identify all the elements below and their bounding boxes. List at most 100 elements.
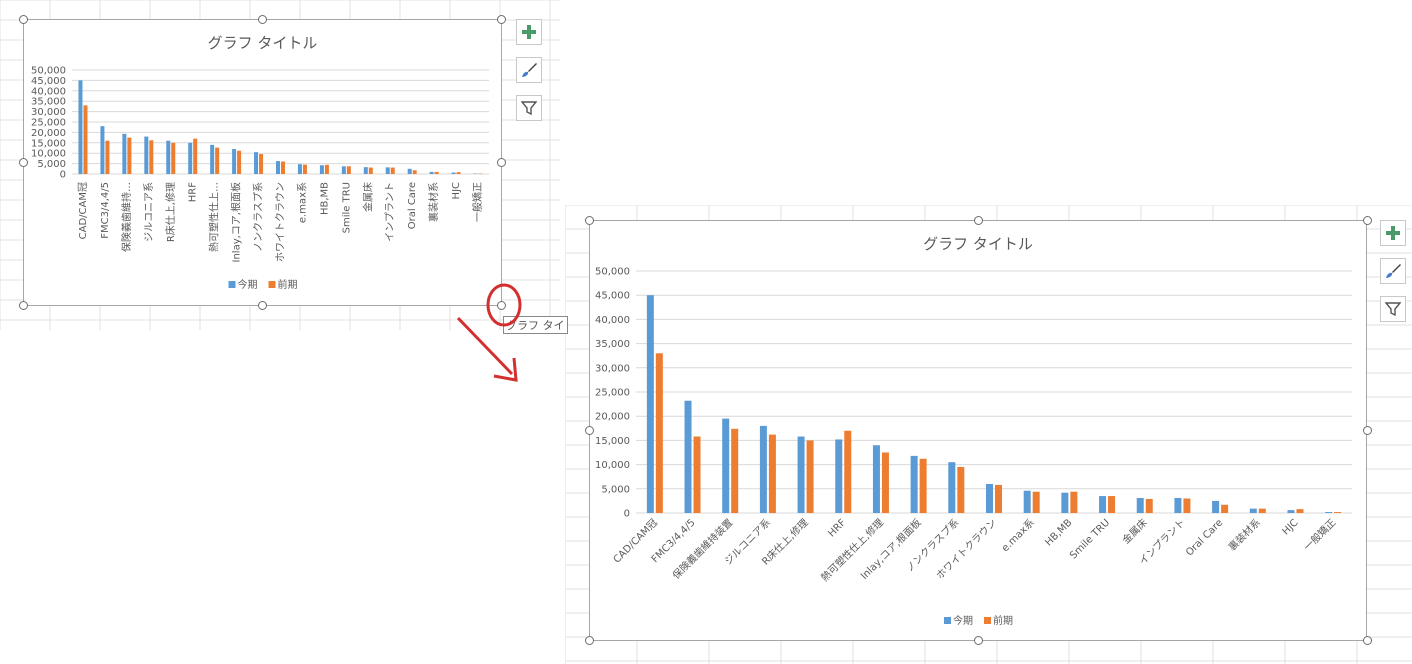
bar-current[interactable] — [1061, 492, 1069, 513]
resize-handle-br-2[interactable] — [1363, 636, 1372, 645]
bar-current[interactable] — [1325, 512, 1333, 513]
bar-previous[interactable] — [237, 150, 242, 174]
bar-previous[interactable] — [105, 140, 110, 174]
bar-current[interactable] — [1212, 500, 1220, 513]
resize-handle-bc[interactable] — [258, 301, 267, 310]
bar-previous[interactable] — [412, 170, 417, 174]
bar-current[interactable] — [78, 80, 83, 174]
bar-previous[interactable] — [806, 440, 814, 513]
bar-current[interactable] — [684, 400, 692, 513]
resize-handle-tl[interactable] — [19, 15, 28, 24]
bar-current[interactable] — [1136, 497, 1144, 513]
bar-previous[interactable] — [995, 484, 1002, 513]
bar-previous[interactable] — [957, 467, 965, 513]
bar-current[interactable] — [948, 462, 956, 513]
chart-elements-button[interactable] — [516, 19, 542, 45]
bar-previous[interactable] — [731, 428, 739, 513]
bar-current[interactable] — [232, 149, 237, 174]
bar-current[interactable] — [835, 439, 843, 513]
resize-handle-bl[interactable] — [19, 301, 28, 310]
resize-handle-tl-2[interactable] — [585, 216, 594, 225]
resize-handle-ml-2[interactable] — [585, 426, 594, 435]
bar-previous[interactable] — [215, 147, 220, 174]
resize-handle-tc-2[interactable] — [974, 216, 983, 225]
bar-previous[interactable] — [368, 167, 373, 174]
bar-current[interactable] — [1023, 490, 1031, 513]
bar-current[interactable] — [451, 172, 456, 174]
bar-previous[interactable] — [1070, 491, 1078, 513]
bar-previous[interactable] — [456, 172, 461, 174]
bar-previous[interactable] — [127, 137, 132, 174]
chart-styles-button-2[interactable] — [1380, 258, 1406, 284]
bar-previous[interactable] — [1108, 496, 1116, 513]
resize-handle-tr-2[interactable] — [1363, 216, 1372, 225]
resize-handle-ml[interactable] — [19, 158, 28, 167]
bar-current[interactable] — [144, 136, 149, 174]
category-label: Smile TRU — [1068, 517, 1112, 561]
bar-current[interactable] — [1174, 497, 1182, 513]
bar-previous[interactable] — [390, 167, 395, 174]
bar-current[interactable] — [363, 167, 368, 174]
bar-previous[interactable] — [881, 452, 889, 514]
chart-small[interactable]: グラフ タイトル 0 5,000 10,000 15,000 20,000 25,000 30… — [23, 19, 502, 306]
bar-current[interactable] — [646, 295, 654, 513]
bar-previous[interactable] — [259, 154, 264, 174]
chart-elements-button-2[interactable] — [1380, 220, 1406, 246]
bar-previous[interactable] — [1221, 504, 1229, 513]
bar-current[interactable] — [188, 142, 193, 174]
bar-current[interactable] — [385, 167, 390, 174]
bar-previous[interactable] — [434, 171, 439, 174]
bar-previous[interactable] — [324, 164, 329, 174]
bar-current[interactable] — [276, 161, 280, 174]
bar-current[interactable] — [872, 445, 880, 513]
bar-current[interactable] — [122, 133, 127, 174]
bar-current[interactable] — [407, 168, 412, 174]
bar-current[interactable] — [986, 483, 993, 513]
bar-previous[interactable] — [1258, 508, 1266, 513]
bar-current[interactable] — [341, 166, 346, 174]
bar-previous[interactable] — [171, 142, 176, 174]
bar-current[interactable] — [166, 140, 171, 174]
bar-previous[interactable] — [655, 353, 663, 513]
bar-current[interactable] — [1287, 510, 1295, 513]
bar-current[interactable] — [722, 418, 730, 513]
bar-previous[interactable] — [346, 166, 351, 174]
bar-previous[interactable] — [83, 105, 88, 174]
chart-filters-button-2[interactable] — [1380, 296, 1406, 322]
bar-previous[interactable] — [693, 436, 701, 513]
resize-handle-bl-2[interactable] — [585, 636, 594, 645]
bar-previous[interactable] — [1032, 491, 1040, 513]
chart-styles-button[interactable] — [516, 57, 542, 83]
bar-current[interactable] — [254, 152, 259, 174]
chart-filters-button[interactable] — [516, 95, 542, 121]
bar-previous[interactable] — [1296, 509, 1304, 513]
resize-handle-tr[interactable] — [497, 15, 506, 24]
bar-current[interactable] — [1099, 496, 1107, 513]
bar-previous[interactable] — [1183, 498, 1191, 513]
resize-handle-tc[interactable] — [258, 15, 267, 24]
resize-handle-mr[interactable] — [497, 158, 506, 167]
bar-current[interactable] — [1249, 508, 1257, 513]
bar-current[interactable] — [910, 455, 918, 513]
bar-previous[interactable] — [302, 164, 307, 174]
bar-current[interactable] — [100, 126, 105, 174]
chart-small-svg: グラフ タイトル 05,00010,00015,00020,00025,00030… — [31, 34, 489, 291]
resize-handle-mr-2[interactable] — [1363, 426, 1372, 435]
brush-icon — [1386, 264, 1401, 278]
bar-previous[interactable] — [281, 161, 285, 174]
chart-large[interactable]: グラフ タイトル 0 5,000 10,000 15,000 20,000 25,000 30… — [589, 220, 1367, 641]
bar-previous[interactable] — [919, 458, 927, 513]
bar-previous[interactable] — [768, 434, 776, 513]
bar-current[interactable] — [210, 144, 215, 174]
bar-current[interactable] — [297, 164, 302, 174]
bar-previous[interactable] — [1334, 512, 1342, 513]
bar-previous[interactable] — [1145, 498, 1153, 513]
bar-previous[interactable] — [844, 430, 852, 513]
resize-handle-bc-2[interactable] — [974, 636, 983, 645]
bar-current[interactable] — [759, 425, 767, 513]
bar-previous[interactable] — [193, 138, 198, 174]
bar-current[interactable] — [319, 165, 324, 174]
bar-current[interactable] — [797, 436, 805, 513]
bar-previous[interactable] — [149, 140, 154, 174]
bar-current[interactable] — [429, 171, 434, 174]
